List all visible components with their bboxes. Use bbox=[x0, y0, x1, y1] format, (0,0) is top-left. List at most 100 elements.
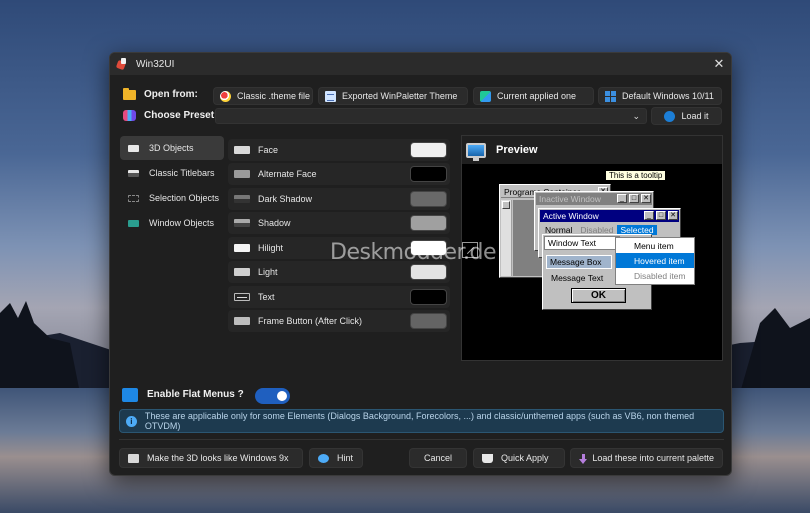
sidebar-item-classic-titlebars[interactable]: Classic Titlebars bbox=[120, 161, 224, 185]
selection-icon bbox=[128, 194, 139, 202]
window-text-area: Window Text bbox=[544, 236, 620, 250]
footer-divider bbox=[119, 439, 724, 440]
arrow-down-icon bbox=[579, 453, 588, 464]
prop-row-text: Text bbox=[228, 286, 450, 308]
open-exported-theme-button[interactable]: Exported WinPaletter Theme bbox=[318, 87, 468, 105]
active-window-title: Active Window bbox=[543, 211, 599, 221]
dark-shadow-icon bbox=[234, 195, 250, 203]
tooltip: This is a tooltip bbox=[605, 170, 667, 181]
sidebar-item-label: Selection Objects bbox=[149, 193, 220, 203]
menu-hovered-label: Hovered item bbox=[634, 255, 685, 266]
shadow-color-swatch[interactable] bbox=[410, 215, 447, 231]
open-from-text: Open from: bbox=[144, 89, 198, 100]
load-preset-label: Load it bbox=[681, 111, 709, 121]
face-icon bbox=[234, 146, 250, 154]
open-from-label: Open from: bbox=[123, 87, 198, 100]
maximize-icon: □ bbox=[656, 211, 666, 220]
prop-label: Frame Button (After Click) bbox=[258, 316, 363, 326]
preset-dropdown[interactable]: ⌄ bbox=[215, 108, 647, 124]
context-menu: Menu item Hovered item Disabled item bbox=[615, 237, 695, 285]
message-text: Message Text bbox=[551, 273, 604, 283]
hint-button[interactable]: Hint bbox=[309, 448, 363, 468]
chevron-down-icon: ⌄ bbox=[632, 111, 640, 121]
titlebar[interactable]: Win32UI ✕ bbox=[110, 53, 731, 75]
load-into-palette-button[interactable]: Load these into current palette bbox=[570, 448, 723, 468]
prop-row-shadow: Shadow bbox=[228, 212, 450, 234]
prop-row-alternate-face: Alternate Face bbox=[228, 163, 450, 185]
menu-item-label: Menu item bbox=[634, 240, 674, 251]
preview-title: Preview bbox=[496, 144, 538, 156]
ok-button: OK bbox=[571, 288, 626, 303]
scroll-up-icon bbox=[502, 201, 510, 209]
load-into-label: Load these into current palette bbox=[592, 453, 714, 463]
sidebar-item-3d-objects[interactable]: 3D Objects bbox=[120, 136, 224, 160]
tooltip-text: This is a tooltip bbox=[609, 171, 663, 180]
open-current-applied-label: Current applied one bbox=[497, 91, 577, 101]
message-text-area: Message Text bbox=[551, 273, 603, 283]
prop-label: Shadow bbox=[258, 218, 291, 228]
hilight-color-swatch[interactable] bbox=[410, 240, 447, 256]
load-preset-button[interactable]: Load it bbox=[651, 107, 722, 125]
prop-row-hilight: Hilight bbox=[228, 237, 450, 259]
quick-apply-label: Quick Apply bbox=[501, 453, 549, 463]
minimize-icon: _ bbox=[644, 211, 654, 220]
make-3d-like-win9x-button[interactable]: Make the 3D looks like Windows 9x bbox=[119, 448, 303, 468]
open-default-windows-label: Default Windows 10/11 bbox=[622, 91, 714, 101]
alternate-face-color-swatch[interactable] bbox=[410, 166, 447, 182]
hilight-icon bbox=[234, 244, 250, 252]
window-objects-icon bbox=[128, 219, 139, 227]
close-icon: ✕ bbox=[668, 211, 678, 220]
frame-button-color-swatch[interactable] bbox=[410, 313, 447, 329]
dark-shadow-color-swatch[interactable] bbox=[410, 191, 447, 207]
sidebar-item-label: 3D Objects bbox=[149, 143, 194, 153]
load-icon bbox=[664, 110, 676, 122]
make-3d-label: Make the 3D looks like Windows 9x bbox=[147, 453, 289, 463]
open-classic-theme-button[interactable]: Classic .theme file bbox=[213, 87, 313, 105]
sidebar-item-selection-objects[interactable]: Selection Objects bbox=[120, 186, 224, 210]
choose-preset-label: Choose Preset: bbox=[123, 110, 217, 121]
open-current-applied-button[interactable]: Current applied one bbox=[473, 87, 594, 105]
folder-icon bbox=[123, 87, 136, 100]
paint-bucket-icon bbox=[482, 453, 493, 463]
palette-icon bbox=[123, 110, 136, 121]
preview-panel: Preview Programs Container ✕ This is a t… bbox=[461, 135, 723, 361]
scrollbar bbox=[501, 200, 512, 276]
message-box-title: Message Box bbox=[546, 255, 612, 269]
menu-item-hovered: Hovered item bbox=[616, 253, 694, 268]
text-color-swatch[interactable] bbox=[410, 289, 447, 305]
menu-item: Menu item bbox=[616, 238, 694, 253]
close-button[interactable]: ✕ bbox=[707, 53, 731, 75]
prop-label: Alternate Face bbox=[258, 169, 317, 179]
3d-icon bbox=[128, 453, 139, 463]
hint-label: Hint bbox=[337, 453, 354, 463]
alternate-face-icon bbox=[234, 170, 250, 178]
prop-row-light: Light bbox=[228, 261, 450, 283]
menu-item-disabled: Disabled item bbox=[616, 268, 694, 283]
flat-menus-label: Enable Flat Menus ? bbox=[147, 389, 244, 400]
message-box-label: Message Box bbox=[550, 257, 602, 267]
text-icon bbox=[234, 293, 250, 301]
prop-label: Light bbox=[258, 267, 278, 277]
ok-label: OK bbox=[591, 290, 606, 301]
inactive-window-title: Inactive Window bbox=[539, 194, 601, 204]
prop-label: Face bbox=[258, 145, 279, 155]
prop-row-frame-button: Frame Button (After Click) bbox=[228, 310, 450, 332]
app-icon bbox=[116, 58, 128, 70]
light-color-swatch[interactable] bbox=[410, 264, 447, 280]
theme-file-icon bbox=[220, 90, 231, 102]
hint-icon bbox=[318, 453, 329, 463]
document-icon bbox=[325, 90, 336, 102]
prop-label: Dark Shadow bbox=[258, 194, 313, 204]
frame-button-icon bbox=[234, 317, 250, 325]
open-default-windows-button[interactable]: Default Windows 10/11 bbox=[598, 87, 722, 105]
cancel-button[interactable]: Cancel bbox=[409, 448, 467, 468]
monitor-icon bbox=[466, 142, 486, 161]
minimize-icon: _ bbox=[617, 194, 627, 203]
choose-preset-text: Choose Preset: bbox=[144, 110, 218, 121]
quick-apply-button[interactable]: Quick Apply bbox=[473, 448, 565, 468]
menu-disabled-label: Disabled item bbox=[634, 270, 686, 281]
face-color-swatch[interactable] bbox=[410, 142, 447, 158]
flat-menus-toggle[interactable] bbox=[255, 388, 290, 404]
maximize-icon: □ bbox=[629, 194, 639, 203]
sidebar-item-window-objects[interactable]: Window Objects bbox=[120, 211, 224, 235]
